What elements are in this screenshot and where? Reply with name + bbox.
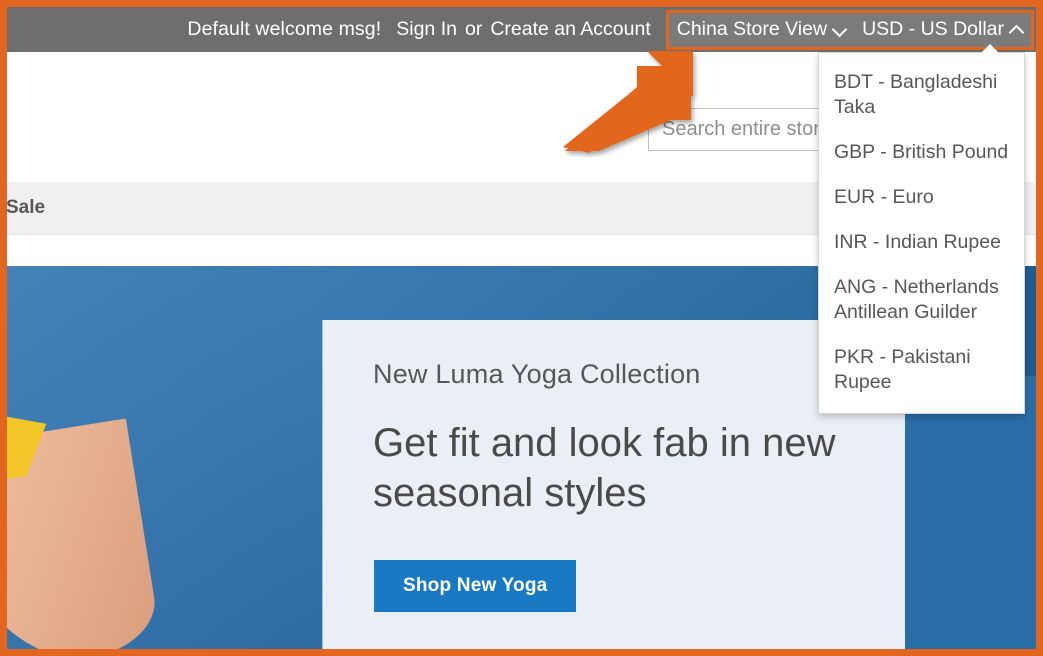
currency-option-ang[interactable]: ANG - Netherlands Antillean Guilder bbox=[819, 265, 1024, 335]
welcome-message: Default welcome msg! bbox=[187, 18, 382, 40]
currency-option-bdt[interactable]: BDT - Bangladeshi Taka bbox=[819, 60, 1024, 130]
chevron-down-icon bbox=[834, 23, 846, 35]
nav-item-sale[interactable]: Sale bbox=[7, 197, 59, 219]
top-utility-bar-content: Default welcome msg! Sign In or Create a… bbox=[187, 9, 1034, 50]
store-view-switcher-label: China Store View bbox=[676, 17, 828, 40]
top-utility-bar: Default welcome msg! Sign In or Create a… bbox=[7, 7, 1036, 52]
currency-dropdown-menu[interactable]: BDT - Bangladeshi Taka GBP - British Pou… bbox=[818, 52, 1025, 414]
screenshot-frame: Default welcome msg! Sign In or Create a… bbox=[0, 0, 1043, 656]
storefront-page: Default welcome msg! Sign In or Create a… bbox=[7, 7, 1036, 649]
dropdown-caret-icon bbox=[981, 44, 999, 53]
store-view-switcher[interactable]: China Store View bbox=[677, 18, 846, 41]
or-separator: or bbox=[464, 18, 483, 40]
currency-option-eur[interactable]: EUR - Euro bbox=[819, 175, 1024, 220]
switcher-highlight-box: China Store View USD - US Dollar bbox=[665, 9, 1034, 50]
currency-option-inr[interactable]: INR - Indian Rupee bbox=[819, 220, 1024, 265]
create-account-link[interactable]: Create an Account bbox=[490, 18, 650, 41]
hero-eyebrow-text: New Luma Yoga Collection bbox=[373, 359, 701, 389]
currency-switcher[interactable]: USD - US Dollar bbox=[862, 18, 1023, 41]
chevron-up-icon bbox=[1011, 23, 1023, 35]
sign-in-link[interactable]: Sign In bbox=[396, 18, 457, 41]
currency-option-gbp[interactable]: GBP - British Pound bbox=[819, 130, 1024, 175]
hero-right-color-block bbox=[905, 376, 1036, 649]
currency-option-pkr[interactable]: PKR - Pakistani Rupee bbox=[819, 335, 1024, 405]
currency-switcher-label: USD - US Dollar bbox=[862, 17, 1004, 40]
hero-title: Get fit and look fab in new seasonal sty… bbox=[373, 421, 836, 515]
shop-new-yoga-button[interactable]: Shop New Yoga bbox=[374, 560, 577, 612]
